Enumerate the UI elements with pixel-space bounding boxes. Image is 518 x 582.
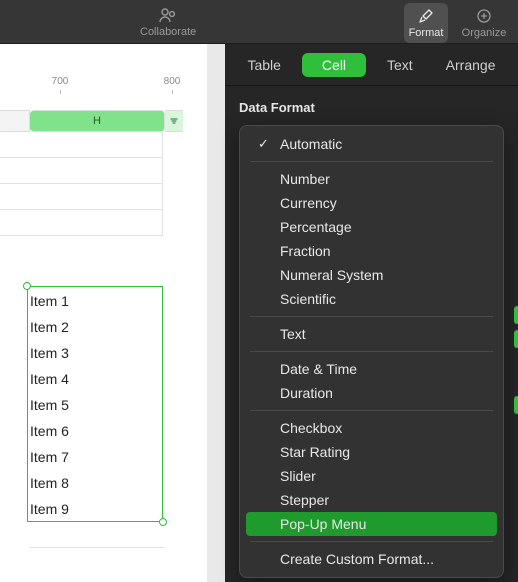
inspector-panel: Data Format Automatic NumberCurrencyPerce… xyxy=(225,86,518,582)
collaborate-label: Collaborate xyxy=(140,26,196,38)
format-label: Format xyxy=(409,27,444,39)
menu-item[interactable]: Automatic xyxy=(246,132,497,156)
cell[interactable]: Item 7 xyxy=(30,444,69,470)
column-header[interactable] xyxy=(0,110,30,132)
menu-item[interactable]: Percentage xyxy=(246,215,497,239)
menu-item[interactable]: Pop-Up Menu xyxy=(246,512,497,536)
column-header-selected[interactable]: H xyxy=(30,110,165,132)
organize-label: Organize xyxy=(462,27,507,39)
cell[interactable]: Item 4 xyxy=(30,366,69,392)
toolbar: Collaborate Format Organize xyxy=(0,0,518,44)
column-headers: H xyxy=(0,110,203,132)
ruler-tick: 700 xyxy=(52,76,69,87)
menu-separator xyxy=(250,541,493,542)
tab-arrange[interactable]: Arrange xyxy=(434,53,508,77)
grid-edge xyxy=(30,522,164,548)
menu-item[interactable]: Fraction xyxy=(246,239,497,263)
cell[interactable]: Item 9 xyxy=(30,496,69,522)
tab-cell[interactable]: Cell xyxy=(302,53,366,77)
data-format-menu: Automatic NumberCurrencyPercentageFractio… xyxy=(239,125,504,578)
paintbrush-icon xyxy=(417,7,435,25)
cell[interactable]: Item 3 xyxy=(30,340,69,366)
menu-item[interactable]: Stepper xyxy=(246,488,497,512)
ruler-mark xyxy=(172,90,173,94)
ruler: 700 800 xyxy=(0,76,225,94)
menu-separator xyxy=(250,316,493,317)
section-title: Data Format xyxy=(239,100,504,115)
inspector-tabs: Table Cell Text Arrange xyxy=(225,44,518,86)
menu-item[interactable]: Create Custom Format... xyxy=(246,547,497,571)
menu-item[interactable]: Star Rating xyxy=(246,440,497,464)
menu-separator xyxy=(250,351,493,352)
menu-item[interactable]: Date & Time xyxy=(246,357,497,381)
ruler-tick: 800 xyxy=(164,76,181,87)
filter-icon xyxy=(169,116,179,126)
cell[interactable]: Item 2 xyxy=(30,314,69,340)
selected-cells: Item 1 Item 2 Item 3 Item 4 Item 5 Item … xyxy=(30,288,69,522)
cell[interactable]: Item 1 xyxy=(30,288,69,314)
scrollbar-gutter[interactable] xyxy=(207,44,225,582)
ruler-mark xyxy=(60,90,61,94)
menu-separator xyxy=(250,410,493,411)
organize-icon xyxy=(475,7,493,25)
cell[interactable]: Item 8 xyxy=(30,470,69,496)
column-filter-button[interactable] xyxy=(165,110,183,132)
menu-item[interactable]: Currency xyxy=(246,191,497,215)
menu-separator xyxy=(250,161,493,162)
panel-edge xyxy=(514,306,518,420)
cell[interactable]: Item 5 xyxy=(30,392,69,418)
organize-button[interactable]: Organize xyxy=(454,3,514,43)
tab-text[interactable]: Text xyxy=(375,53,425,77)
spreadsheet-canvas[interactable]: 700 800 H Item 1 Item 2 Item 3 Item 4 It… xyxy=(0,44,225,582)
menu-item[interactable]: Duration xyxy=(246,381,497,405)
collaborate-icon xyxy=(159,6,177,24)
cell[interactable]: Item 6 xyxy=(30,418,69,444)
menu-item[interactable]: Number xyxy=(246,167,497,191)
menu-item[interactable]: Checkbox xyxy=(246,416,497,440)
menu-item[interactable]: Scientific xyxy=(246,287,497,311)
format-button[interactable]: Format xyxy=(404,3,448,43)
grid xyxy=(0,132,163,236)
menu-item[interactable]: Slider xyxy=(246,464,497,488)
collaborate-button[interactable]: Collaborate xyxy=(140,6,196,38)
tab-table[interactable]: Table xyxy=(235,53,292,77)
menu-item[interactable]: Text xyxy=(246,322,497,346)
menu-item[interactable]: Numeral System xyxy=(246,263,497,287)
